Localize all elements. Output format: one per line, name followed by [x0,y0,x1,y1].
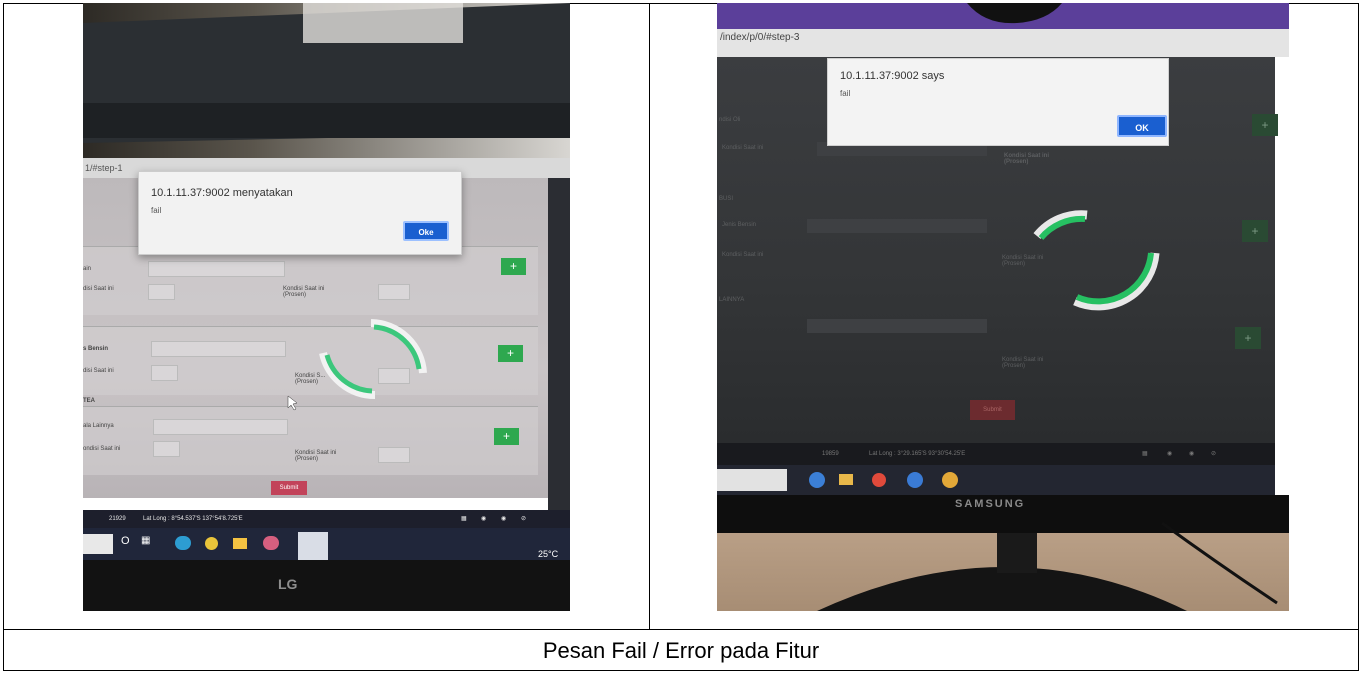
app-icon[interactable] [907,472,923,488]
form-label: ala Lainnya [83,423,114,429]
location-icon[interactable]: ◉ [481,510,486,528]
monitor-brand-logo: LG [278,576,298,592]
text-input[interactable] [151,341,286,357]
add-button[interactable]: + [1242,220,1268,242]
dialog-message: fail [151,206,162,215]
add-button[interactable]: + [498,345,523,362]
ok-button[interactable]: OK [1117,115,1167,137]
status-bar: 21929 Lat Long : 8°54.537'S 137°54'8.725… [83,510,570,528]
form-label: ondisi Saat ini [83,446,121,452]
status-bar: 19859 Lat Long : 3°29.165'S 93°30'54.25'… [717,443,1275,465]
eye-icon[interactable]: ◉ [501,510,506,528]
form-row [83,246,538,315]
latlong-text: Lat Long : 3°29.165'S 93°30'54.25'E [869,451,966,457]
add-button[interactable]: + [494,428,519,445]
form-label: Kondisi Saat ini (Prosen) [283,286,325,298]
monitor-bezel [83,560,570,611]
text-input[interactable] [807,319,987,333]
text-input[interactable] [148,261,285,277]
block-icon[interactable]: ⊘ [521,510,526,528]
taskbar-search-box[interactable] [717,469,787,491]
form-label: LAINNYA [719,297,745,303]
photo-samsung-monitor: /index/p/0/#step-3 ndisi Oli + Kondisi S… [717,3,1289,611]
number-input[interactable] [151,365,178,381]
user-id-text: 19859 [822,451,839,457]
form-row [83,406,538,475]
number-input[interactable] [378,368,410,384]
submit-button[interactable]: Submit [970,400,1015,420]
file-explorer-icon[interactable] [233,538,247,549]
form-label: Kondisi S... (Prosen) [295,373,326,385]
file-explorer-icon[interactable] [839,474,853,485]
active-app-icon[interactable] [298,532,328,560]
form-label: Kondisi Saat ini (Prosen) [1004,153,1050,165]
submit-button[interactable]: Submit [271,481,307,495]
form-label: Kondisi Saat ini (Prosen) [295,450,337,462]
desk-surface [717,533,1289,611]
chrome-icon[interactable] [205,537,218,550]
monitor-brand-logo: SAMSUNG [955,498,1026,510]
form-label: ain [83,266,92,272]
grid-icon[interactable]: ▦ [461,510,467,528]
eye-icon[interactable]: ◉ [1189,443,1194,465]
form-label: Kondisi Saat ini [722,252,764,258]
text-input[interactable] [807,219,987,233]
form-label: BUSI [719,196,734,202]
form-label: s Bensin [83,346,109,352]
form-label: ndisi Oli [719,117,741,123]
form-label: disi Saat ini [83,286,114,292]
form-label: disi Saat ini [83,368,114,374]
number-input[interactable] [378,284,410,300]
user-id-text: 21929 [109,516,126,522]
alert-dialog: 10.1.11.37:9002 says fail OK [827,58,1169,146]
windows-taskbar [717,465,1275,495]
weather-temperature: 25°C [538,549,559,559]
edge-browser-icon[interactable] [175,536,191,550]
form-label: Kondisi Saat ini [722,145,764,151]
cortana-icon[interactable]: O [121,535,130,547]
add-button[interactable]: + [1252,114,1278,136]
figure-caption: Pesan Fail / Error pada Fitur [542,637,820,663]
form-label: Jenis Bensin [722,222,757,228]
add-button[interactable]: + [1235,327,1261,349]
windows-taskbar: O ▦ [83,528,570,560]
browser-url-bar: /index/p/0/#step-3 [717,29,1289,57]
text-input[interactable] [153,419,288,435]
table-column-divider [649,4,650,629]
ok-button[interactable]: Oke [403,221,449,241]
taskbar-search-box[interactable] [83,534,113,554]
latlong-text: Lat Long : 8°54.537'S 137°54'8.725'E [143,516,243,522]
chrome-icon[interactable] [809,472,825,488]
app-icon[interactable] [872,473,886,487]
photo-lg-monitor: 1/#step-1 ain + disi Saat ini Kondisi Sa… [83,3,570,611]
number-input[interactable] [378,447,410,463]
dialog-title: 10.1.11.37:9002 says [840,70,945,82]
app-icon[interactable] [263,536,279,550]
dialog-message: fail [840,89,851,98]
add-button[interactable]: + [501,258,526,275]
form-label: Kondisi Saat ini (Prosen) [1002,357,1044,369]
block-icon[interactable]: ⊘ [1211,443,1216,465]
task-view-icon[interactable]: ▦ [141,535,150,546]
number-input[interactable] [148,284,175,300]
form-label: TEA [83,398,95,404]
location-icon[interactable]: ◉ [1167,443,1172,465]
dialog-title: 10.1.11.37:9002 menyatakan [151,187,293,199]
grid-icon[interactable]: ▦ [1142,443,1148,465]
number-input[interactable] [153,441,180,457]
form-label: Kondisi Saat ini (Prosen) [1002,255,1044,267]
alert-dialog: 10.1.11.37:9002 menyatakan fail Oke [138,171,462,255]
chrome-icon[interactable] [942,472,958,488]
